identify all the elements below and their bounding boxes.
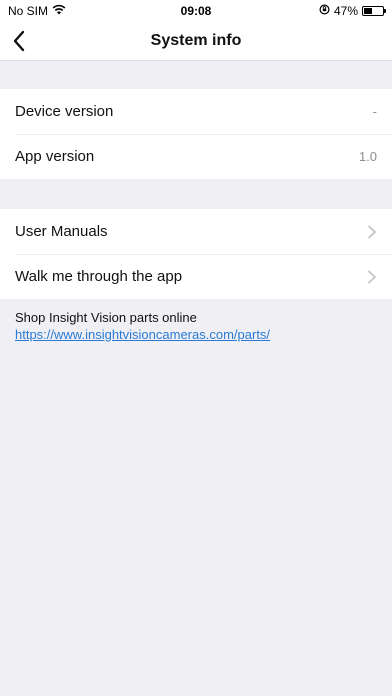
app-version-value: 1.0 (358, 149, 377, 164)
version-info-group: Device version - App version 1.0 (0, 89, 392, 179)
walkthrough-label: Walk me through the app (15, 268, 183, 285)
navigation-bar: System info (0, 22, 392, 61)
status-bar: No SIM 09:08 47% (0, 0, 392, 22)
user-manuals-row[interactable]: User Manuals (0, 209, 392, 254)
shop-parts-link[interactable]: https://www.insightvisioncameras.com/par… (15, 327, 270, 342)
shop-parts-footer: Shop Insight Vision parts online https:/… (15, 309, 355, 343)
chevron-right-icon (368, 270, 376, 283)
device-version-value: - (372, 104, 377, 119)
rotation-lock-icon (319, 4, 330, 18)
device-version-row: Device version - (0, 89, 392, 134)
walkthrough-row[interactable]: Walk me through the app (0, 254, 392, 299)
battery-fill (364, 8, 373, 14)
battery-percent: 47% (333, 4, 358, 18)
device-version-label: Device version (15, 103, 114, 120)
chevron-right-icon (368, 225, 376, 238)
shop-parts-text: Shop Insight Vision parts online (15, 310, 197, 325)
status-right: 47% (319, 4, 386, 18)
help-links-group: User Manuals Walk me through the app (0, 209, 392, 299)
user-manuals-label: User Manuals (15, 223, 108, 240)
app-version-row: App version 1.0 (0, 134, 392, 179)
page-title: System info (150, 32, 242, 49)
battery-icon (362, 6, 386, 16)
app-version-label: App version (15, 148, 95, 165)
